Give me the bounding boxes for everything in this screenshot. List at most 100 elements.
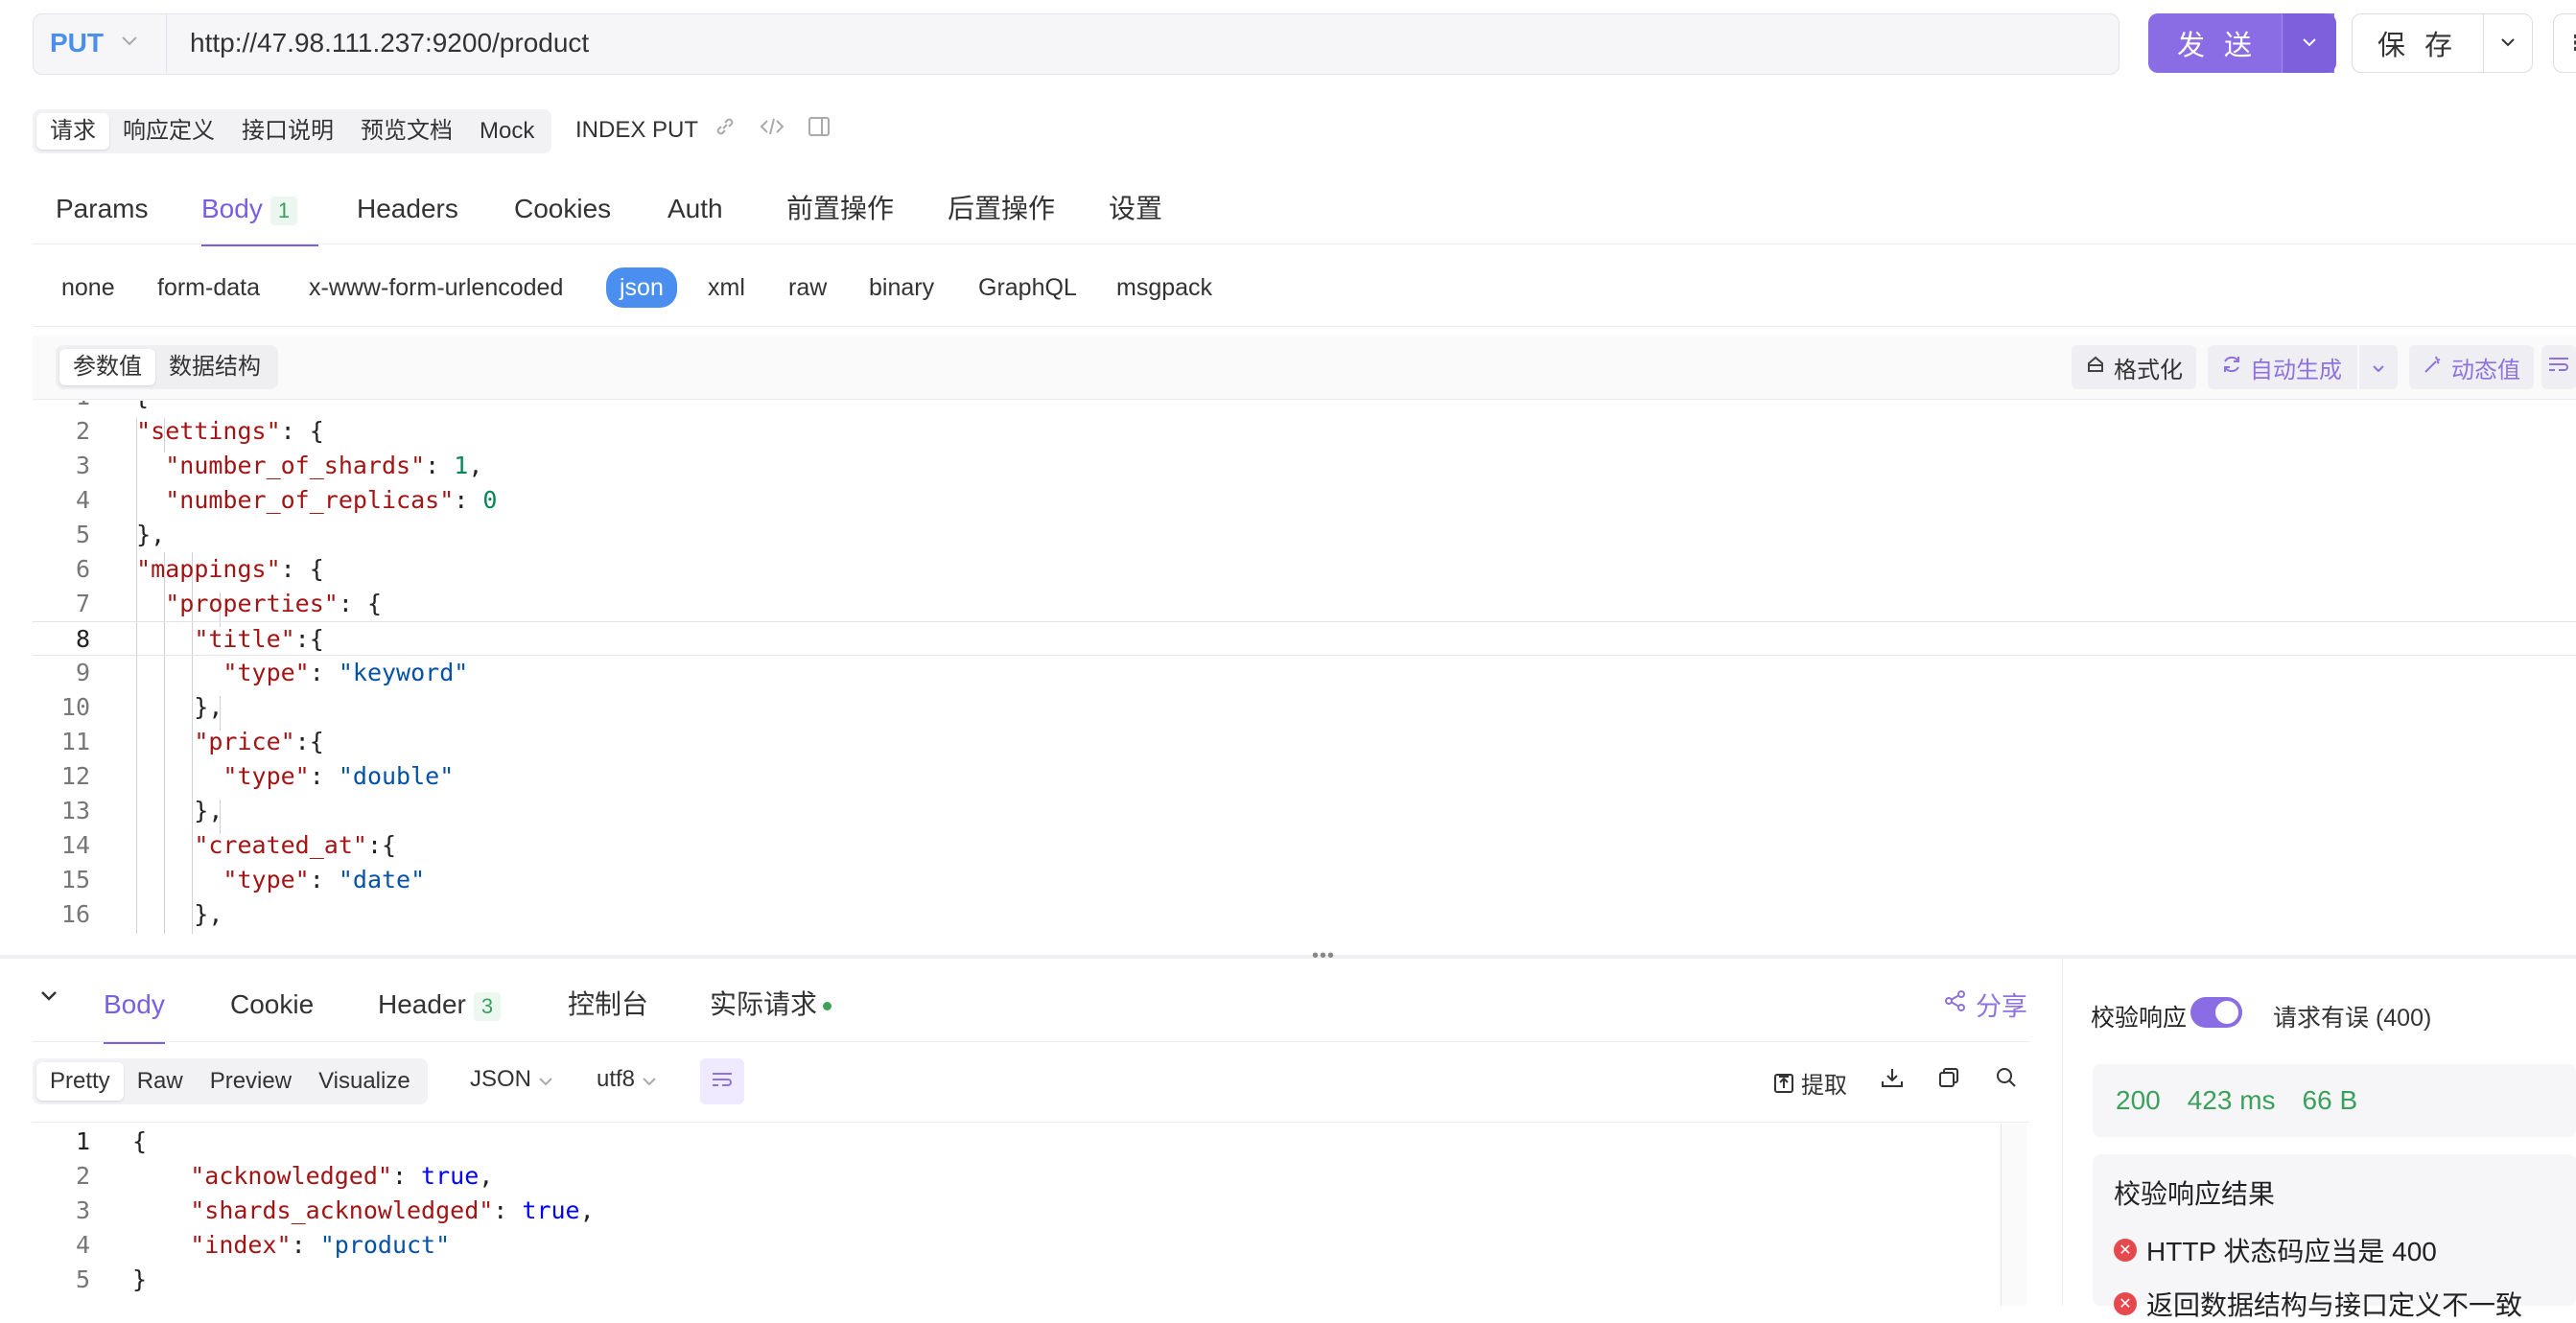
- encoding-label: utf8: [597, 1066, 636, 1092]
- tab-body[interactable]: Body 1: [201, 188, 318, 246]
- format-preview[interactable]: Preview: [197, 1062, 305, 1101]
- response-tab-body[interactable]: Body: [104, 987, 165, 1044]
- response-tab-header[interactable]: Header 3: [378, 987, 502, 1041]
- panel-splitter[interactable]: [0, 955, 2576, 959]
- body-type-urlencoded[interactable]: x-www-form-urlencoded: [309, 271, 563, 304]
- tab-params[interactable]: Params: [56, 188, 148, 244]
- body-type-msgpack[interactable]: msgpack: [1116, 271, 1212, 304]
- response-line: 4 "index": "product": [33, 1228, 2029, 1263]
- autogen-button[interactable]: 自动生成: [2208, 345, 2357, 389]
- line-number: 2: [75, 1162, 90, 1190]
- line-number: 4: [75, 486, 90, 514]
- autogen-label: 自动生成: [2250, 357, 2342, 383]
- body-type-raw[interactable]: raw: [788, 271, 827, 304]
- panel-toggle-icon[interactable]: [808, 115, 831, 144]
- code-text: },: [107, 521, 166, 548]
- chevron-down-icon: [642, 1078, 656, 1086]
- subtab-request[interactable]: 请求: [36, 113, 109, 150]
- code-text: "title":{: [194, 625, 324, 653]
- tab-pre-operations[interactable]: 前置操作: [786, 188, 894, 244]
- body-type-xml[interactable]: xml: [708, 271, 745, 304]
- method-select[interactable]: PUT: [33, 13, 167, 73]
- url-input[interactable]: http://47.98.111.237:9200/product: [190, 13, 589, 73]
- header-label: Header: [378, 989, 466, 1019]
- share-icon: [1943, 988, 1968, 1020]
- response-body-viewer[interactable]: 1{ 2 "acknowledged": true, 3 "shards_ackno…: [33, 1122, 2029, 1307]
- format-raw[interactable]: Raw: [124, 1062, 197, 1101]
- code-line: 15 "type": "date": [33, 863, 2576, 897]
- tab-settings[interactable]: 设置: [1109, 188, 1162, 244]
- code-text: "properties": {: [165, 590, 382, 617]
- collapse-icon[interactable]: [38, 986, 59, 1011]
- encoding-select[interactable]: utf8: [597, 1066, 657, 1093]
- send-dropdown-button[interactable]: [2282, 13, 2336, 73]
- link-icon[interactable]: [714, 115, 737, 144]
- verify-status-label: 请求有误 (400): [2273, 1005, 2432, 1032]
- tab-data-structure[interactable]: 数据结构: [155, 349, 274, 385]
- code-line: 8 "title":{: [33, 621, 2576, 656]
- code-icon[interactable]: [760, 115, 785, 144]
- dynamic-value-button[interactable]: 动态值: [2409, 345, 2534, 389]
- response-tab-cookie[interactable]: Cookie: [230, 987, 314, 1041]
- editor-mode-tabs: 参数值 数据结构: [56, 345, 278, 389]
- code-text: "index": "product": [190, 1231, 451, 1259]
- copy-icon[interactable]: [1937, 1066, 1960, 1089]
- tab-headers[interactable]: Headers: [357, 188, 458, 244]
- body-type-json[interactable]: json: [606, 267, 677, 308]
- line-number: 3: [75, 452, 90, 479]
- wrap-toggle-button[interactable]: [2541, 345, 2576, 389]
- extract-button[interactable]: 提取: [1772, 1066, 1847, 1100]
- response-scrollbar[interactable]: [2001, 1124, 2026, 1306]
- body-type-graphql[interactable]: GraphQL: [978, 271, 1077, 304]
- refresh-icon: [2221, 354, 2242, 382]
- share-button[interactable]: 分享: [1943, 986, 2027, 1023]
- code-text: "acknowledged": true,: [190, 1162, 494, 1190]
- line-number: 3: [75, 1196, 90, 1224]
- format-visualize[interactable]: Visualize: [305, 1062, 424, 1101]
- more-button[interactable]: ⋮: [2553, 13, 2576, 73]
- body-type-binary[interactable]: binary: [869, 271, 934, 304]
- language-select[interactable]: JSON: [470, 1066, 553, 1093]
- verify-status-select[interactable]: 请求有误 (400): [2273, 999, 2431, 1033]
- format-button[interactable]: 格式化: [2072, 345, 2196, 389]
- code-line: 3 "number_of_shards": 1,: [33, 449, 2576, 483]
- format-pretty[interactable]: Pretty: [36, 1062, 124, 1101]
- response-line: 3 "shards_acknowledged": true,: [33, 1194, 2029, 1228]
- subtab-mock[interactable]: Mock: [466, 113, 548, 150]
- line-number: 11: [60, 728, 90, 755]
- request-body-editor[interactable]: 1{ 2 "settings": {3 "number_of_shards": …: [33, 401, 2576, 934]
- tab-param-values[interactable]: 参数值: [59, 349, 155, 385]
- subtab-api-description[interactable]: 接口说明: [228, 113, 347, 150]
- request-subtabs: 请求 响应定义 接口说明 预览文档 Mock: [33, 109, 552, 153]
- subtab-response-definition[interactable]: 响应定义: [109, 113, 228, 150]
- search-icon[interactable]: [1995, 1066, 2018, 1089]
- tab-auth[interactable]: Auth: [667, 188, 723, 244]
- code-line: 13 },: [33, 794, 2576, 828]
- code-text: "type": "double": [222, 762, 455, 790]
- tab-post-operations[interactable]: 后置操作: [948, 188, 1055, 244]
- body-type-form-data[interactable]: form-data: [157, 271, 260, 304]
- code-text: },: [107, 900, 223, 928]
- response-line: 1{: [33, 1125, 2029, 1159]
- subtab-preview-docs[interactable]: 预览文档: [347, 113, 466, 150]
- response-wrap-button[interactable]: [700, 1058, 744, 1104]
- response-size: 66 B: [2302, 1085, 2358, 1115]
- code-line: 14 "created_at":{: [33, 828, 2576, 863]
- tab-cookies[interactable]: Cookies: [514, 188, 611, 244]
- actual-request-label: 实际请求: [710, 989, 818, 1019]
- code-line: 16 },: [33, 897, 2576, 932]
- format-icon: [2085, 354, 2106, 382]
- drag-handle-icon[interactable]: •••: [1312, 945, 1335, 967]
- line-number: 5: [75, 1265, 90, 1293]
- endpoint-name: INDEX PUT: [575, 117, 699, 143]
- response-stats: 200 423 ms 66 B: [2093, 1064, 2576, 1137]
- autogen-dropdown-button[interactable]: [2359, 345, 2398, 389]
- save-button[interactable]: 保 存: [2352, 13, 2484, 73]
- download-icon[interactable]: [1880, 1066, 1905, 1089]
- response-tab-console[interactable]: 控制台: [568, 987, 648, 1041]
- response-tab-actual-request[interactable]: 实际请求: [710, 987, 832, 1041]
- verify-response-label: 校验响应: [2091, 1005, 2188, 1032]
- save-dropdown-button[interactable]: [2483, 13, 2533, 73]
- body-type-none[interactable]: none: [61, 271, 115, 304]
- line-number: 12: [60, 762, 90, 790]
